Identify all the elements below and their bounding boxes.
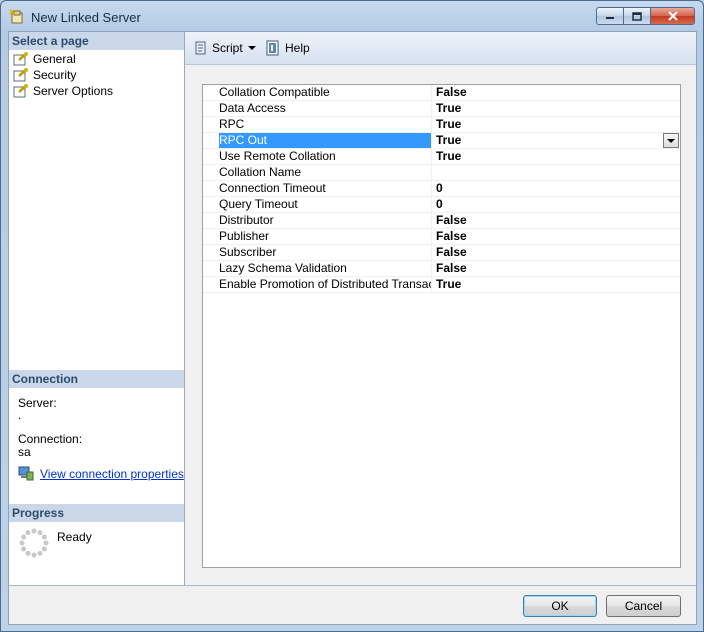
- close-icon: [667, 11, 678, 21]
- option-name: Use Remote Collation: [219, 149, 432, 164]
- dialog-client-area: Select a page General Security Server Op…: [8, 31, 697, 625]
- option-name: Connection Timeout: [219, 181, 432, 196]
- title-bar[interactable]: New Linked Server: [1, 1, 703, 31]
- option-row[interactable]: RPC True: [203, 117, 680, 133]
- toolbar: Script Help: [185, 32, 696, 65]
- page-item-label: Security: [33, 68, 77, 82]
- minimize-icon: [606, 17, 614, 19]
- connection-label: Connection:: [18, 432, 83, 446]
- option-row[interactable]: Data Access True: [203, 101, 680, 117]
- option-name: Query Timeout: [219, 197, 432, 212]
- option-row[interactable]: Publisher False: [203, 229, 680, 245]
- view-connection-properties-link[interactable]: View connection properties: [18, 466, 184, 481]
- maximize-button[interactable]: [624, 7, 651, 25]
- script-dropdown-button[interactable]: [247, 40, 257, 56]
- option-row[interactable]: Distributor False: [203, 213, 680, 229]
- page-wrench-icon: [13, 84, 28, 98]
- server-value: .: [18, 408, 22, 422]
- option-name: RPC Out: [219, 133, 432, 148]
- page-item-server-options[interactable]: Server Options: [13, 83, 114, 99]
- option-value[interactable]: True: [436, 149, 461, 164]
- maximize-icon: [632, 11, 642, 21]
- left-panel: Select a page General Security Server Op…: [9, 32, 185, 585]
- page-item-security[interactable]: Security: [13, 67, 76, 83]
- script-button[interactable]: Script: [193, 40, 243, 56]
- connection-value: sa: [18, 445, 31, 459]
- option-row[interactable]: Collation Compatible False: [203, 85, 680, 101]
- ok-button[interactable]: OK: [523, 595, 597, 617]
- progress-header: Progress: [9, 504, 184, 522]
- footer-divider: [9, 585, 696, 586]
- option-value[interactable]: True: [436, 117, 461, 132]
- option-value[interactable]: True: [436, 277, 461, 292]
- option-name: Collation Compatible: [219, 85, 432, 100]
- option-value[interactable]: 0: [436, 181, 443, 196]
- option-row[interactable]: Subscriber False: [203, 245, 680, 261]
- help-button[interactable]: Help: [265, 40, 310, 56]
- option-value[interactable]: True: [436, 101, 461, 116]
- option-name: Distributor: [219, 213, 432, 228]
- select-page-header: Select a page: [9, 32, 184, 50]
- help-label: Help: [285, 41, 310, 55]
- option-row[interactable]: Lazy Schema Validation False: [203, 261, 680, 277]
- window-title: New Linked Server: [31, 10, 141, 25]
- option-name: Lazy Schema Validation: [219, 261, 432, 276]
- connection-properties-icon: [18, 466, 34, 481]
- right-panel: Script Help Collation Compatible False D…: [185, 32, 696, 585]
- value-dropdown-button[interactable]: [663, 133, 679, 148]
- option-row-selected[interactable]: RPC Out True: [203, 133, 680, 149]
- page-item-label: Server Options: [33, 84, 114, 98]
- progress-spinner-icon: [19, 528, 49, 558]
- script-icon: [195, 41, 206, 55]
- close-button[interactable]: [651, 7, 695, 25]
- help-icon: [266, 40, 279, 56]
- page-wrench-icon: [13, 68, 28, 82]
- chevron-down-icon: [667, 138, 675, 143]
- server-label: Server:: [18, 396, 57, 410]
- option-value[interactable]: False: [436, 245, 467, 260]
- option-value[interactable]: 0: [436, 197, 443, 212]
- option-value[interactable]: False: [436, 213, 467, 228]
- server-options-grid: Collation Compatible False Data Access T…: [202, 84, 681, 568]
- option-row[interactable]: Collation Name: [203, 165, 680, 181]
- option-row[interactable]: Connection Timeout 0: [203, 181, 680, 197]
- minimize-button[interactable]: [596, 7, 624, 25]
- linked-server-icon: [9, 9, 23, 24]
- option-value[interactable]: False: [436, 229, 467, 244]
- option-name: Data Access: [219, 101, 432, 116]
- option-value[interactable]: True: [436, 133, 461, 148]
- page-item-label: General: [33, 52, 76, 66]
- cancel-button[interactable]: Cancel: [606, 595, 681, 617]
- view-connection-properties-text[interactable]: View connection properties: [40, 467, 184, 481]
- connection-header: Connection: [9, 370, 184, 388]
- option-row[interactable]: Query Timeout 0: [203, 197, 680, 213]
- script-label: Script: [212, 41, 243, 55]
- page-item-general[interactable]: General: [13, 51, 76, 67]
- dialog-window: New Linked Server Select a page General …: [0, 0, 704, 632]
- option-name: RPC: [219, 117, 432, 132]
- chevron-down-icon: [248, 46, 256, 50]
- progress-status: Ready: [57, 530, 92, 544]
- option-value[interactable]: False: [436, 85, 467, 100]
- page-wrench-icon: [13, 52, 28, 66]
- option-name: Publisher: [219, 229, 432, 244]
- option-value[interactable]: False: [436, 261, 467, 276]
- option-row[interactable]: Enable Promotion of Distributed Transact…: [203, 277, 680, 293]
- option-row[interactable]: Use Remote Collation True: [203, 149, 680, 165]
- option-name: Enable Promotion of Distributed Transact…: [219, 277, 432, 292]
- option-name: Subscriber: [219, 245, 432, 260]
- option-name: Collation Name: [219, 165, 432, 180]
